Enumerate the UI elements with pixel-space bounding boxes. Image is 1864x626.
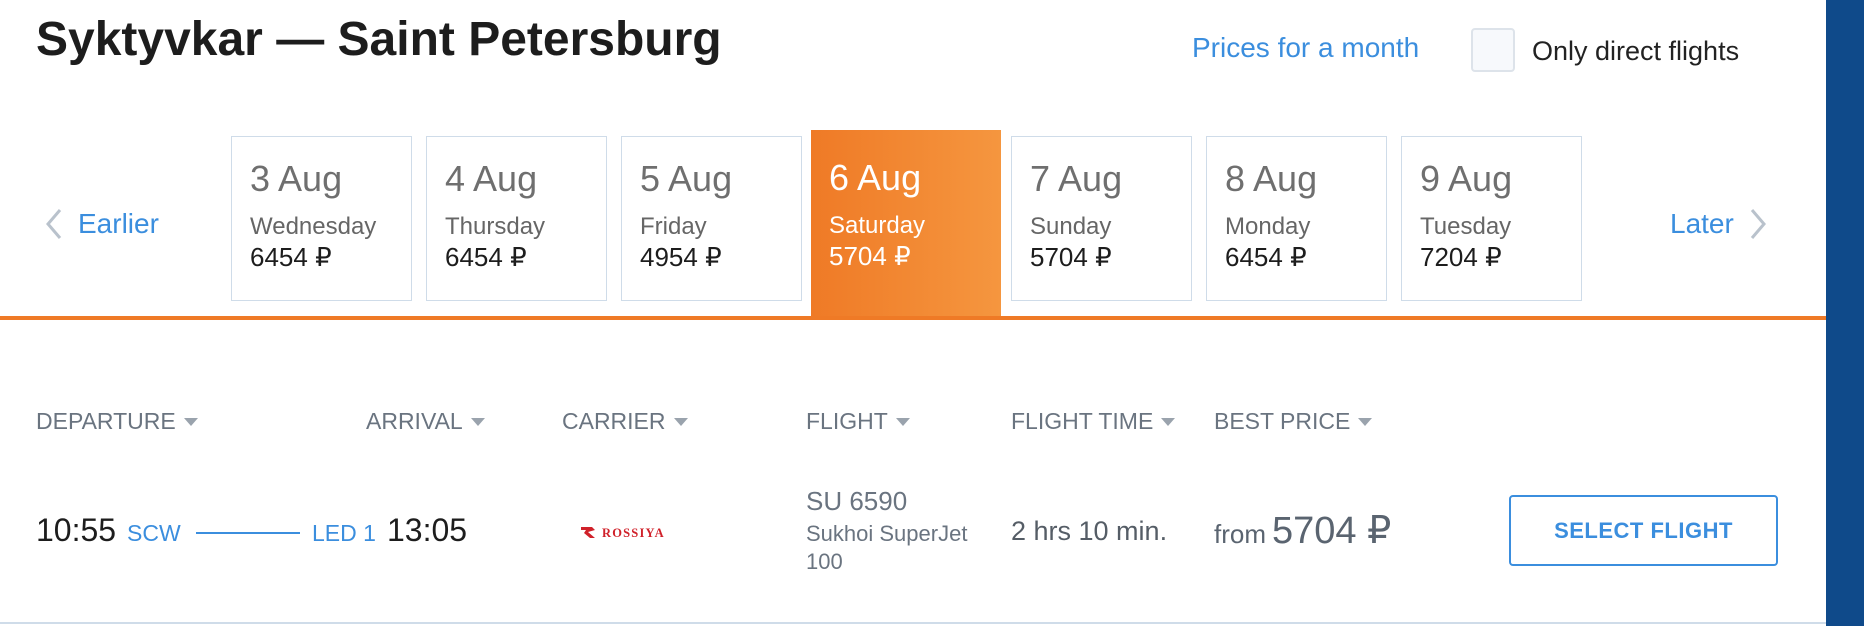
route-line (196, 532, 300, 534)
direct-flights-label[interactable]: Only direct flights (1532, 36, 1739, 67)
arrival-airport: LED 1 (312, 520, 376, 546)
sort-departure[interactable]: DEPARTURE (36, 408, 198, 435)
date-card-date: 6 Aug (829, 157, 922, 198)
date-card-7-aug[interactable]: 7 Aug Sunday 5704 ₽ (1011, 136, 1192, 301)
date-card-6-aug-selected[interactable]: 6 Aug Saturday 5704 ₽ (811, 130, 1001, 320)
date-card-date: 4 Aug (445, 158, 538, 199)
date-card-weekday: Monday (1225, 213, 1311, 240)
rossiya-logo: ROSSIYA (581, 526, 665, 540)
sort-best-price[interactable]: BEST PRICE (1214, 408, 1373, 435)
column-header-label: FLIGHT (806, 408, 888, 434)
column-header-label: FLIGHT TIME (1011, 408, 1154, 434)
date-card-weekday: Saturday (829, 212, 926, 239)
flight-duration: 2 hrs 10 min. (1011, 516, 1168, 546)
chevron-left-icon (46, 209, 62, 239)
caret-down-icon (673, 417, 688, 426)
column-header-label: BEST PRICE (1214, 408, 1351, 434)
date-card-date: 8 Aug (1225, 158, 1318, 199)
date-card-price: 4954 ₽ (640, 242, 722, 272)
svg-text:ROSSIYA: ROSSIYA (602, 526, 665, 540)
date-card-price: 5704 ₽ (1030, 242, 1112, 272)
date-card-8-aug[interactable]: 8 Aug Monday 6454 ₽ (1206, 136, 1387, 301)
sort-flight-time[interactable]: FLIGHT TIME (1011, 408, 1176, 435)
date-card-4-aug[interactable]: 4 Aug Thursday 6454 ₽ (426, 136, 607, 301)
date-card-price: 6454 ₽ (250, 242, 332, 272)
date-selector-underline (0, 316, 1826, 320)
date-card-price: 6454 ₽ (445, 242, 527, 272)
sort-carrier[interactable]: CARRIER (562, 408, 688, 435)
date-card-3-aug[interactable]: 3 Aug Wednesday 6454 ₽ (231, 136, 412, 301)
date-card-price: 6454 ₽ (1225, 242, 1307, 272)
row-divider (0, 622, 1826, 624)
column-header-label: CARRIER (562, 408, 666, 434)
earlier-dates-button[interactable]: Earlier (40, 204, 159, 244)
date-card-date: 3 Aug (250, 158, 343, 199)
column-header-label: ARRIVAL (366, 408, 463, 434)
price-prefix: from (1214, 519, 1266, 549)
route-title: Syktyvkar — Saint Petersburg (36, 13, 722, 66)
chevron-right-icon (1750, 209, 1766, 239)
date-card-date: 5 Aug (640, 158, 733, 199)
date-card-price: 5704 ₽ (829, 241, 911, 271)
direct-flights-checkbox[interactable] (1471, 28, 1515, 72)
date-card-5-aug[interactable]: 5 Aug Friday 4954 ₽ (621, 136, 802, 301)
best-price: from 5704 ₽ (1214, 508, 1391, 553)
price-amount: 5704 ₽ (1272, 510, 1392, 552)
earlier-label: Earlier (78, 208, 159, 239)
date-card-weekday: Sunday (1030, 213, 1112, 240)
sort-flight[interactable]: FLIGHT (806, 408, 910, 435)
date-card-weekday: Tuesday (1420, 213, 1512, 240)
caret-down-icon (1161, 417, 1176, 426)
arrival-time: 13:05 (387, 512, 468, 548)
caret-down-icon (895, 417, 910, 426)
date-card-date: 7 Aug (1030, 158, 1123, 199)
column-header-label: DEPARTURE (36, 408, 176, 434)
date-card-weekday: Thursday (445, 213, 546, 240)
later-dates-button[interactable]: Later (1670, 204, 1772, 244)
date-card-date: 9 Aug (1420, 158, 1513, 199)
caret-down-icon (183, 417, 198, 426)
date-card-weekday: Wednesday (250, 213, 377, 240)
departure-airport: SCW (127, 520, 181, 546)
sort-arrival[interactable]: ARRIVAL (366, 408, 485, 435)
page-side-strip (1826, 0, 1864, 626)
date-card-weekday: Friday (640, 213, 707, 240)
select-flight-button[interactable]: SELECT FLIGHT (1509, 495, 1778, 566)
flight-number: SU 6590 (806, 486, 908, 516)
prices-month-link[interactable]: Prices for a month (1192, 32, 1419, 64)
date-card-9-aug[interactable]: 9 Aug Tuesday 7204 ₽ (1401, 136, 1582, 301)
caret-down-icon (470, 417, 485, 426)
caret-down-icon (1358, 417, 1373, 426)
date-card-price: 7204 ₽ (1420, 242, 1502, 272)
departure-time: 10:55 (36, 512, 117, 548)
aircraft-type: Sukhoi SuperJet 100 (806, 521, 968, 574)
later-label: Later (1670, 208, 1734, 239)
